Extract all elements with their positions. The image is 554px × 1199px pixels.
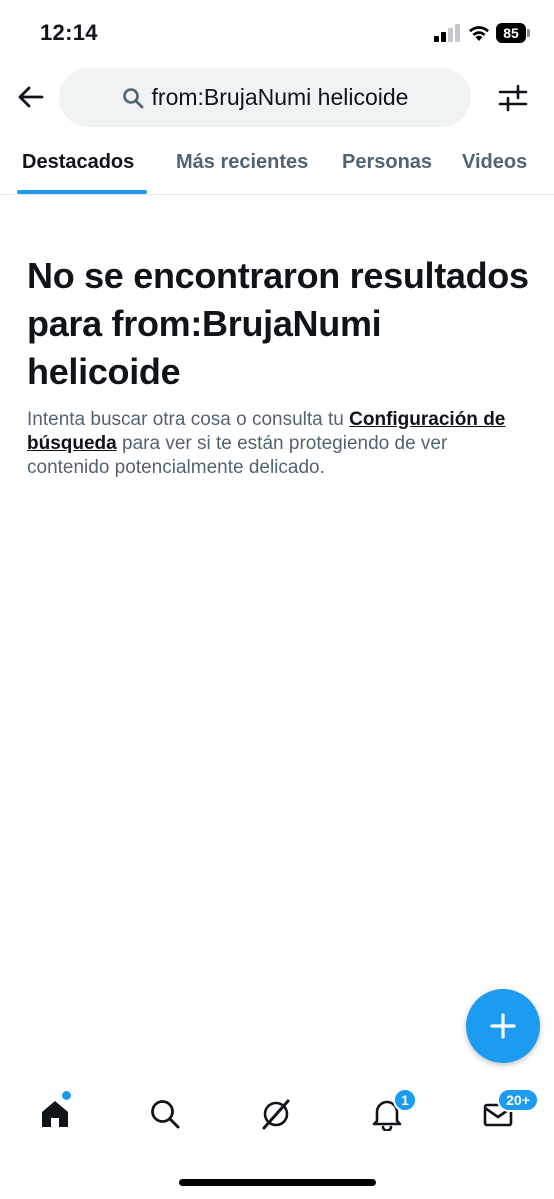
sliders-icon bbox=[498, 84, 528, 112]
tab-videos[interactable]: Videos bbox=[462, 151, 527, 174]
empty-state-title: No se encontraron resultados para from:B… bbox=[27, 255, 529, 392]
bottom-nav: 1 20+ bbox=[0, 1080, 554, 1150]
nav-grok[interactable] bbox=[254, 1092, 298, 1136]
search-filter-button[interactable] bbox=[493, 78, 533, 118]
search-query: from:BrujaNumi helicoide bbox=[151, 84, 409, 110]
search-tabs: Destacados Más recientes Personas Videos bbox=[0, 134, 554, 195]
back-button[interactable] bbox=[12, 78, 50, 116]
home-icon bbox=[42, 1101, 68, 1127]
battery-level: 85 bbox=[496, 23, 526, 43]
status-bar: 12:14 85 bbox=[0, 0, 554, 64]
arrow-left-icon bbox=[18, 86, 44, 108]
home-unread-dot bbox=[62, 1091, 71, 1100]
wifi-icon bbox=[469, 26, 489, 41]
search-input[interactable]: from:BrujaNumi helicoide bbox=[59, 68, 471, 127]
active-tab-indicator bbox=[17, 190, 147, 194]
tab-personas[interactable]: Personas bbox=[342, 151, 432, 174]
battery-tip bbox=[527, 29, 530, 37]
empty-desc-before: Intenta buscar otra cosa o consulta tu bbox=[27, 409, 350, 430]
plus-icon bbox=[490, 1013, 516, 1039]
status-time: 12:14 bbox=[40, 20, 98, 45]
grok-icon bbox=[262, 1099, 290, 1130]
messages-badge: 20+ bbox=[497, 1088, 539, 1112]
home-indicator bbox=[179, 1179, 376, 1186]
nav-home[interactable] bbox=[33, 1092, 77, 1136]
compose-button[interactable] bbox=[466, 989, 540, 1063]
search-icon bbox=[151, 1100, 180, 1129]
tab-mas-recientes[interactable]: Más recientes bbox=[176, 151, 308, 174]
tab-destacados[interactable]: Destacados bbox=[22, 151, 134, 174]
empty-state-description: Intenta buscar otra cosa o consulta tu C… bbox=[27, 408, 527, 480]
search-icon bbox=[122, 87, 144, 109]
signal-icon bbox=[434, 24, 460, 42]
battery-indicator: 85 bbox=[496, 23, 530, 43]
nav-search[interactable] bbox=[143, 1092, 187, 1136]
notifications-badge: 1 bbox=[393, 1088, 417, 1112]
